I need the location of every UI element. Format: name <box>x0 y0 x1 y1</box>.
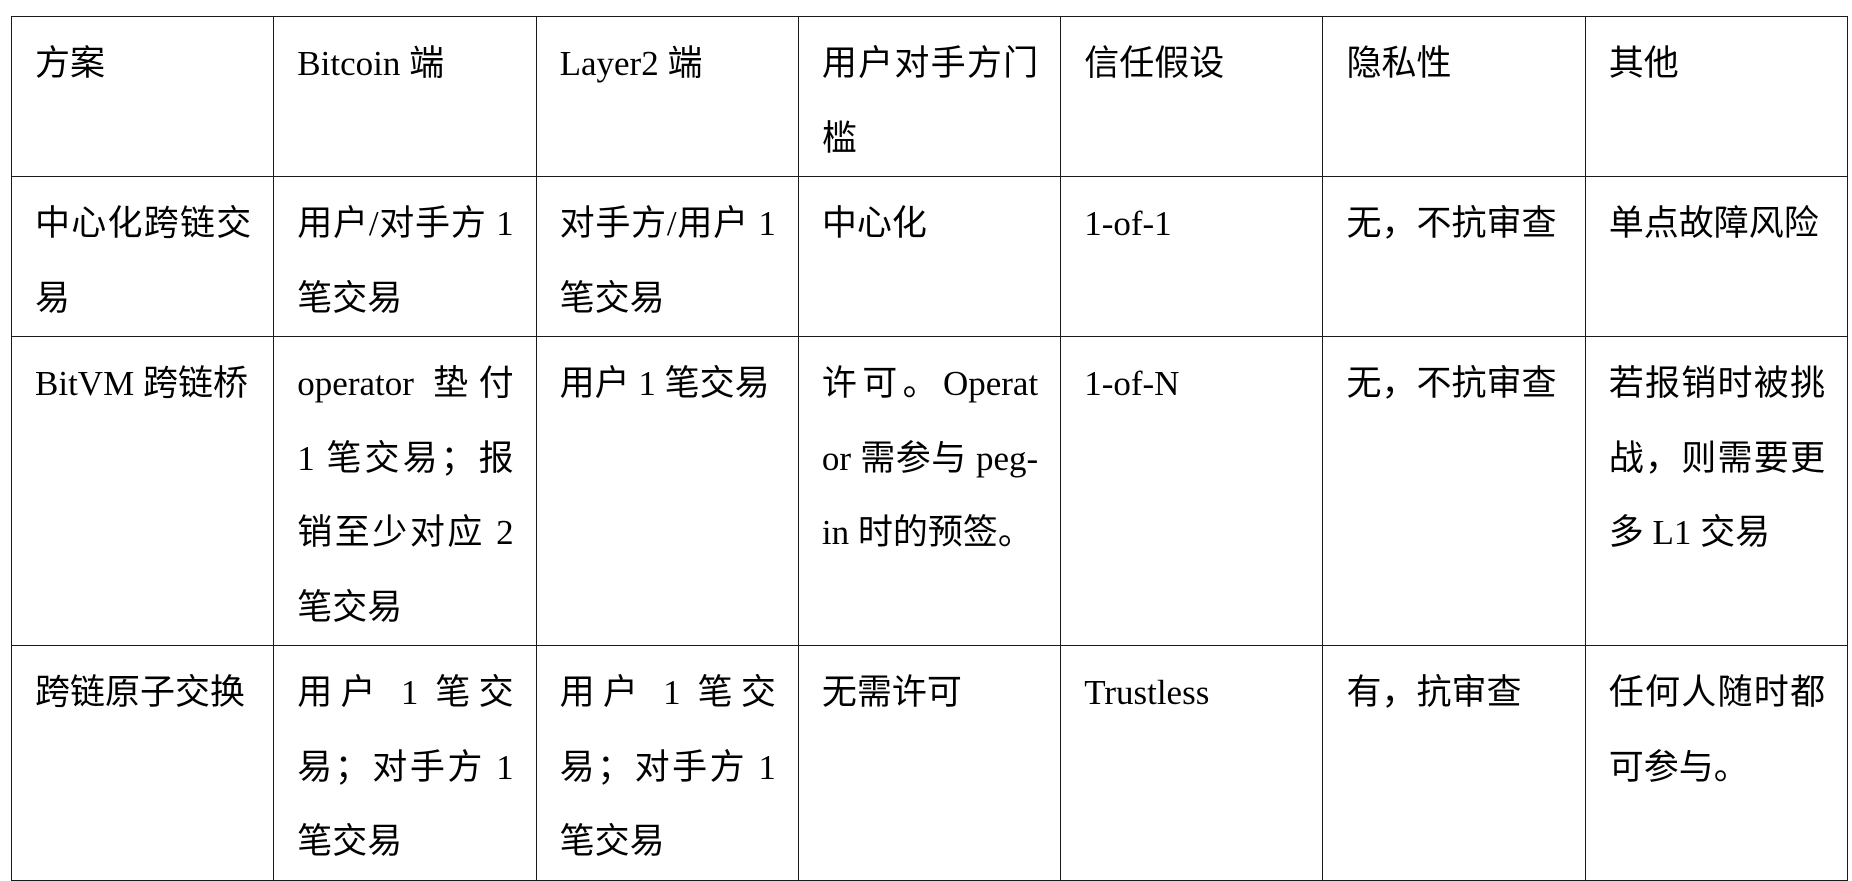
cell-scheme: 中心化跨链交易 <box>10 176 275 337</box>
cell-privacy: 有，抗审查 <box>1322 645 1586 881</box>
cell-privacy: 无，不抗审查 <box>1322 336 1586 646</box>
table-header-row: 方案 Bitcoin 端 Layer2 端 用户对手方门槛 信任假设 隐私性 其… <box>10 16 1849 177</box>
cell-trust-assumption: 1-of-1 <box>1060 176 1324 337</box>
header-bitcoin-side: Bitcoin 端 <box>273 16 537 177</box>
cell-layer2-side: 对手方/用户 1 笔交易 <box>535 176 799 337</box>
cell-layer2-side: 用户 1 笔交易 <box>535 336 799 646</box>
header-trust-assumption: 信任假设 <box>1060 16 1324 177</box>
cell-bitcoin-side: operator 垫付 1 笔交易；报销至少对应 2 笔交易 <box>273 336 537 646</box>
cell-bitcoin-side: 用户/对手方 1 笔交易 <box>273 176 537 337</box>
header-scheme: 方案 <box>10 16 275 177</box>
cell-layer2-side: 用户 1 笔交易；对手方 1 笔交易 <box>535 645 799 881</box>
cell-counterparty-threshold: 许可。Operator 需参与 peg-in 时的预签。 <box>797 336 1062 646</box>
cell-scheme: 跨链原子交换 <box>10 645 275 881</box>
cell-trust-assumption: Trustless <box>1060 645 1324 881</box>
header-privacy: 隐私性 <box>1322 16 1586 177</box>
header-other: 其他 <box>1584 16 1849 177</box>
header-layer2-side: Layer2 端 <box>535 16 799 177</box>
cell-bitcoin-side: 用户 1 笔交易；对手方 1 笔交易 <box>273 645 537 881</box>
cell-other: 任何人随时都可参与。 <box>1584 645 1849 881</box>
table-row: 中心化跨链交易 用户/对手方 1 笔交易 对手方/用户 1 笔交易 中心化 1-… <box>10 176 1849 337</box>
cell-other: 单点故障风险 <box>1584 176 1849 337</box>
header-counterparty-threshold: 用户对手方门槛 <box>797 16 1062 177</box>
comparison-table: 方案 Bitcoin 端 Layer2 端 用户对手方门槛 信任假设 隐私性 其… <box>10 16 1849 881</box>
cell-trust-assumption: 1-of-N <box>1060 336 1324 646</box>
cell-counterparty-threshold: 无需许可 <box>797 645 1062 881</box>
table-row: 跨链原子交换 用户 1 笔交易；对手方 1 笔交易 用户 1 笔交易；对手方 1… <box>10 645 1849 881</box>
table-row: BitVM 跨链桥 operator 垫付 1 笔交易；报销至少对应 2 笔交易… <box>10 336 1849 646</box>
cell-scheme: BitVM 跨链桥 <box>10 336 275 646</box>
cell-privacy: 无，不抗审查 <box>1322 176 1586 337</box>
cell-counterparty-threshold: 中心化 <box>797 176 1062 337</box>
cell-other: 若报销时被挑战，则需要更多 L1 交易 <box>1584 336 1849 646</box>
